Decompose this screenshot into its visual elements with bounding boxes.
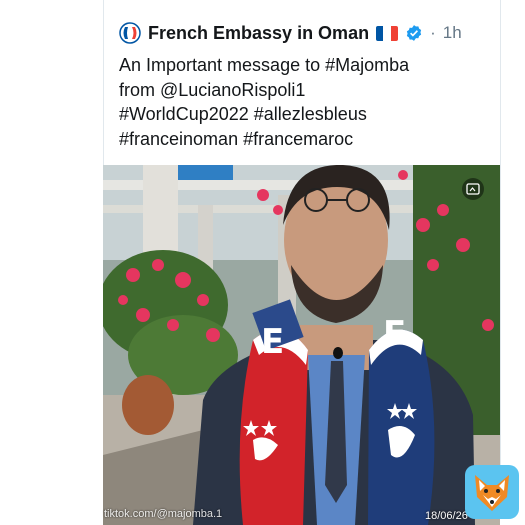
tweet-text-line: from @LucianoRispoli1	[119, 79, 306, 100]
fox-logo-icon	[465, 465, 519, 519]
svg-text:F: F	[383, 314, 406, 354]
video-frame-image: E F	[103, 165, 500, 525]
tweet-text-line: #WorldCup2022 #allezlesbleus	[119, 104, 367, 124]
tweet-text-line: #franceinoman #francemaroc	[119, 128, 354, 149]
tweet-video[interactable]: E F	[103, 165, 500, 525]
verified-badge-icon	[406, 25, 422, 41]
tweet-text-line: An Important message to #Majomba	[119, 55, 410, 75]
france-flag-icon	[376, 25, 399, 41]
tweet-header: French Embassy in Oman · 1h	[119, 20, 462, 46]
gif-badge-icon[interactable]	[462, 178, 484, 200]
svg-text:E: E	[261, 322, 284, 362]
french-embassy-logo-icon	[119, 22, 141, 44]
tweet-separator: ·	[430, 23, 436, 42]
account-name[interactable]: French Embassy in Oman	[148, 23, 369, 44]
tiktok-watermark: tiktok.com/@majomba.1	[104, 508, 223, 520]
tweet-time[interactable]: 1h	[443, 23, 462, 43]
tweet-text: An Important message to #Majomba from @L…	[119, 53, 479, 151]
video-datestamp: 18/06/26	[425, 510, 468, 522]
